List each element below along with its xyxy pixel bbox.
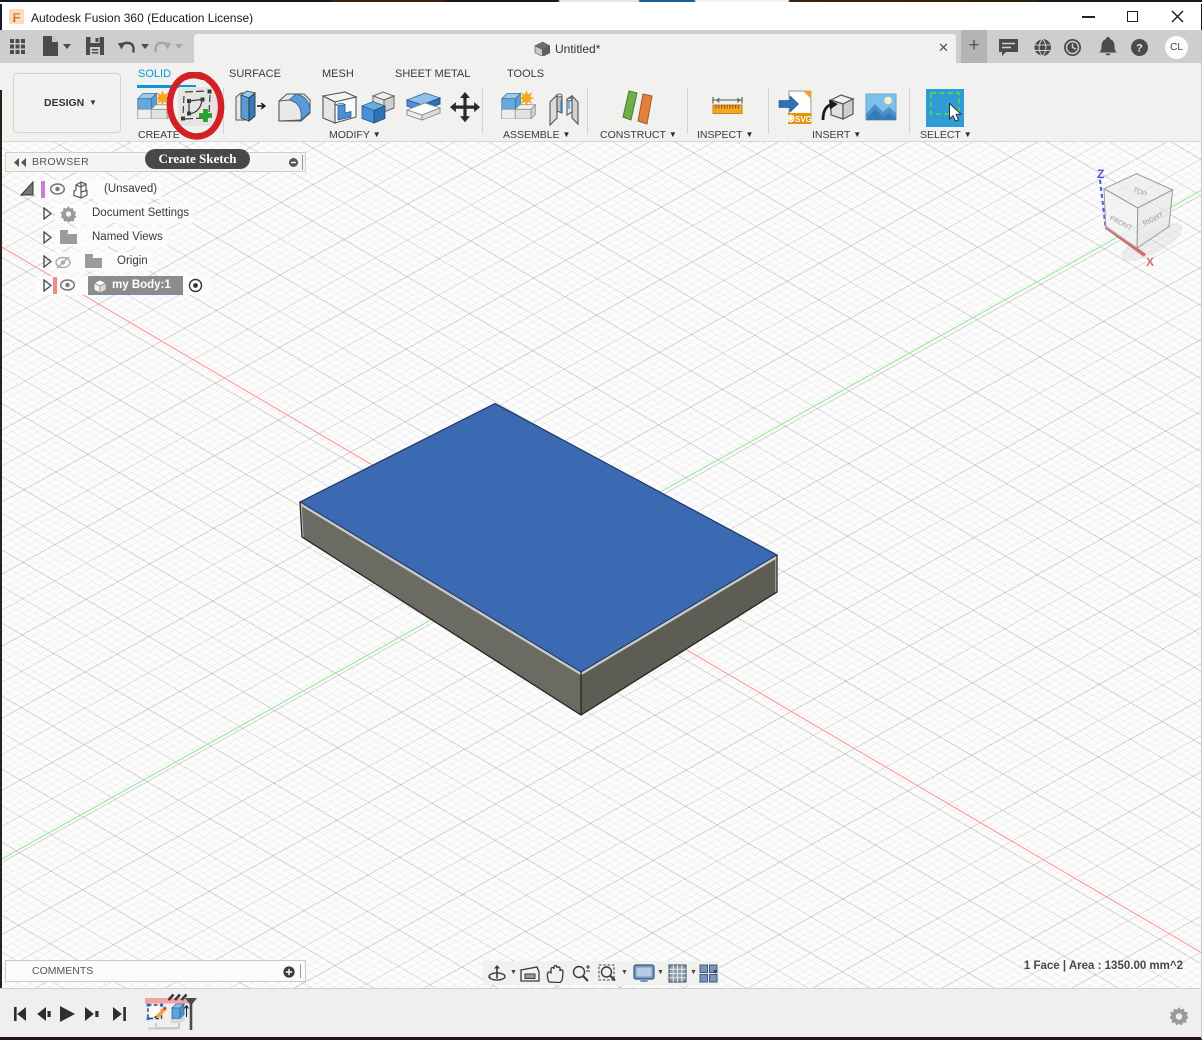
svg-text:SVG: SVG <box>795 115 812 124</box>
svg-text:Z: Z <box>1097 167 1104 181</box>
svg-text:?: ? <box>1136 43 1143 55</box>
